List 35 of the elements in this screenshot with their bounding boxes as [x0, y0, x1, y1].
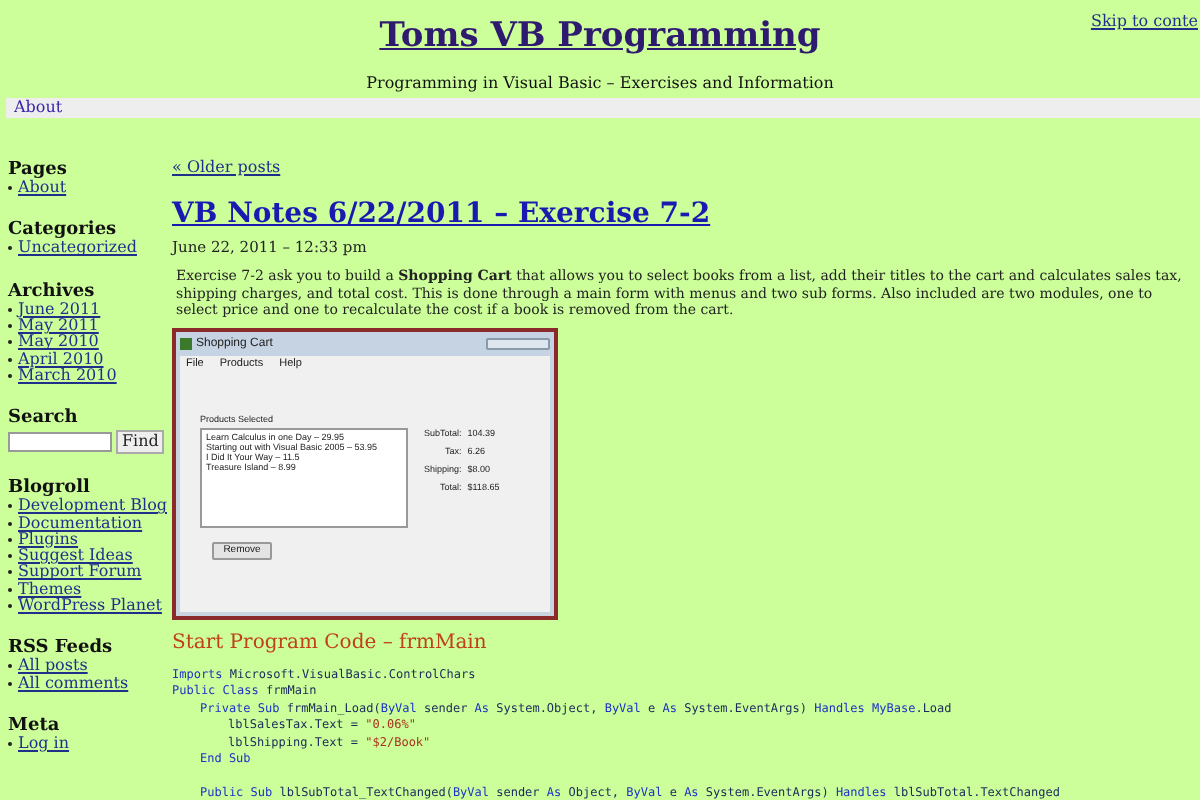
widget-heading: RSS Feeds [8, 640, 115, 659]
sidebar-link[interactable]: Development Blog [18, 498, 168, 515]
window-controls-icon [486, 337, 550, 349]
site-tagline: Programming in Visual Basic – Exercises and Information [366, 74, 834, 94]
sidebar-link[interactable]: All posts [18, 658, 88, 675]
sidebar-link[interactable]: Suggest Ideas [18, 548, 133, 565]
find-button[interactable]: Find [116, 430, 165, 455]
sidebar-link[interactable]: May 2011 [18, 318, 99, 335]
skip-link[interactable]: Skip to conte [1090, 10, 1198, 34]
sidebar-link[interactable]: Plugins [18, 531, 79, 548]
code-heading: Start Program Code – frmMain [172, 631, 489, 655]
sidebar-link[interactable]: Themes [18, 581, 82, 598]
sidebar-link[interactable]: Log in [18, 735, 70, 752]
sidebar-link[interactable]: All comments [18, 675, 129, 692]
sidebar-link[interactable]: April 2010 [18, 351, 104, 368]
sidebar-link[interactable]: June 2011 [18, 301, 101, 318]
sidebar-link[interactable]: Support Forum [18, 564, 142, 581]
sidebar-link[interactable]: Uncategorized [18, 240, 137, 257]
post-title[interactable]: VB Notes 6/22/2011 – Exercise 7-2 [172, 198, 1188, 230]
sidebar-link[interactable]: March 2010 [18, 367, 117, 384]
widget-heading: Blogroll [8, 480, 90, 499]
widget-heading: Meta [8, 717, 62, 736]
sidebar-link[interactable]: About [18, 180, 67, 197]
sidebar-link[interactable]: May 2010 [18, 334, 99, 351]
nav-link[interactable]: About [14, 100, 63, 116]
widget-heading: Pages [8, 162, 69, 180]
sidebar-link[interactable]: Documentation [18, 515, 143, 532]
sidebar-link[interactable]: WordPress Planet [18, 598, 162, 614]
older-posts-link[interactable]: « Older posts [172, 158, 281, 176]
widget-heading: Categories [8, 222, 117, 241]
widget-heading: Search [8, 410, 80, 429]
search-field[interactable] [8, 432, 112, 453]
site-title[interactable]: Toms VB Programming [379, 16, 821, 56]
widget-heading: Archives [8, 283, 97, 302]
app-icon [180, 337, 192, 349]
